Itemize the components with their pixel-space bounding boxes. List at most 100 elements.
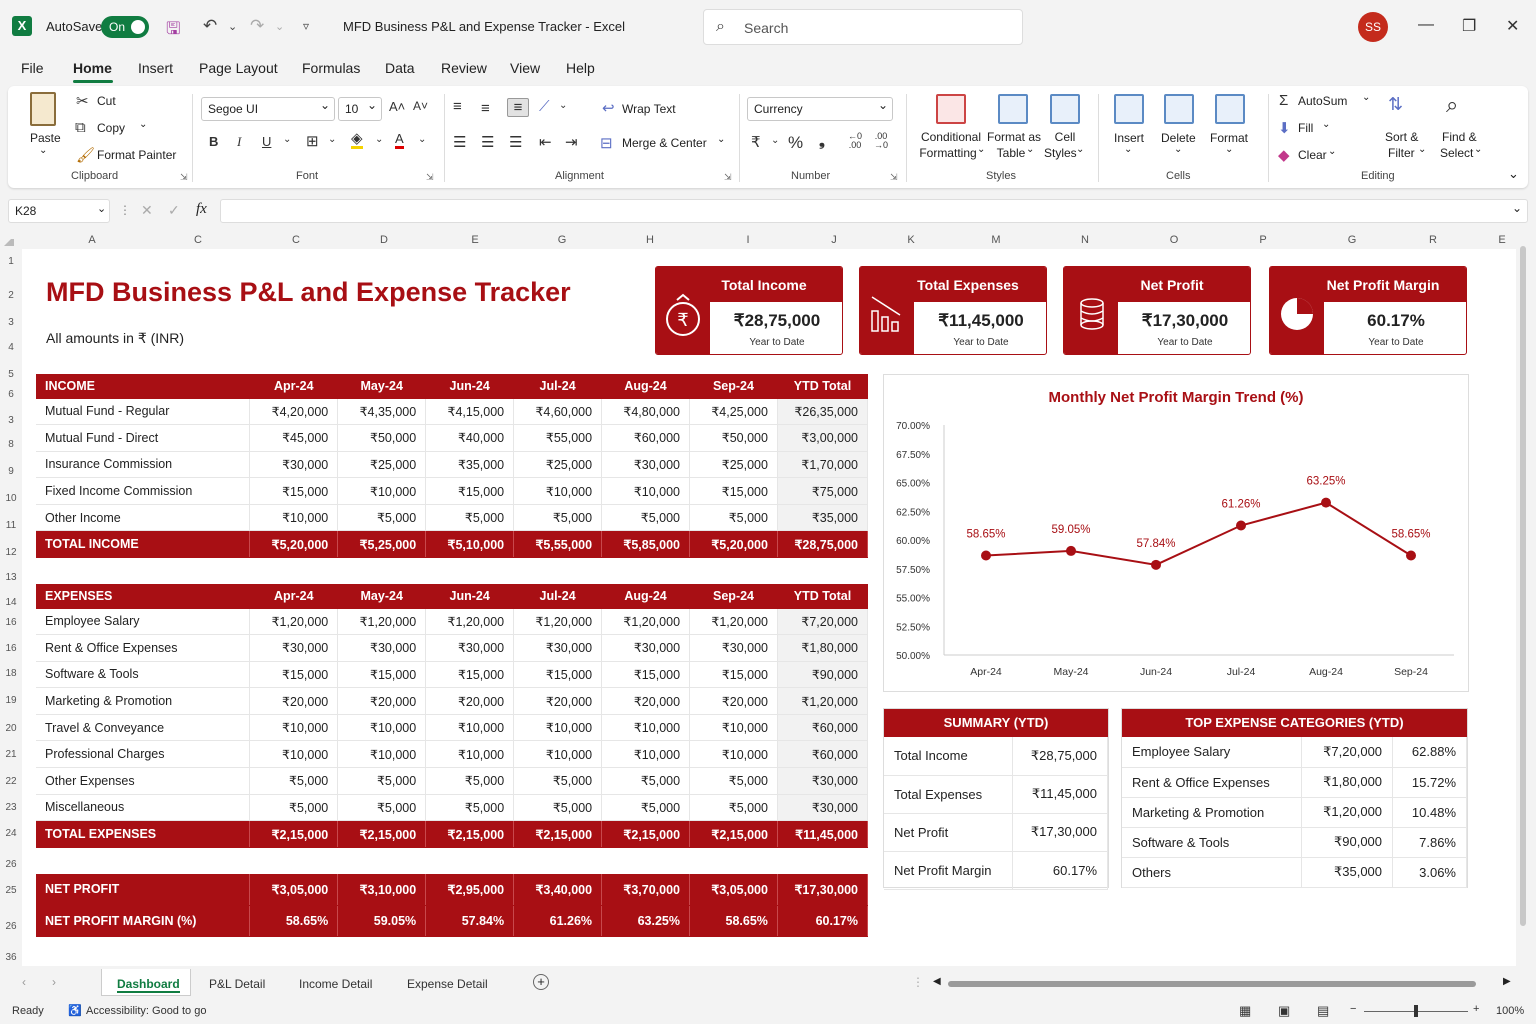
copy-button[interactable]: Copy: [97, 121, 125, 135]
autosum-button[interactable]: AutoSum: [1298, 94, 1347, 108]
table-cell[interactable]: 57.84%: [425, 905, 515, 937]
clipboard-launcher-icon[interactable]: ⇲: [180, 172, 188, 183]
table-cell[interactable]: ₹5,85,000: [601, 530, 690, 559]
table-cell[interactable]: ₹3,10,000: [337, 874, 427, 906]
table-cell[interactable]: ₹4,80,000: [601, 398, 690, 426]
row-header[interactable]: 25: [0, 885, 22, 896]
font-launcher-icon[interactable]: ⇲: [426, 172, 434, 183]
table-cell[interactable]: Professional Charges: [36, 740, 251, 769]
row-header[interactable]: 24: [0, 828, 22, 839]
top-expense-cell[interactable]: Software & Tools: [1122, 827, 1303, 858]
summary-cell[interactable]: ₹28,75,000: [1012, 737, 1108, 776]
table-cell[interactable]: ₹15,000: [337, 661, 427, 689]
more-options-icon[interactable]: ⋮: [119, 203, 131, 217]
table-cell[interactable]: ₹10,000: [249, 504, 339, 532]
table-cell[interactable]: ₹10,000: [425, 740, 515, 769]
next-sheet-icon[interactable]: ›: [52, 975, 56, 989]
table-cell[interactable]: May-24: [337, 374, 427, 399]
align-center-icon[interactable]: ☰: [481, 133, 494, 151]
summary-cell[interactable]: Net Profit Margin: [884, 851, 1014, 890]
table-cell[interactable]: ₹1,20,000: [601, 608, 691, 636]
table-cell[interactable]: ₹25,000: [337, 451, 427, 479]
table-cell[interactable]: TOTAL EXPENSES: [36, 820, 251, 848]
row-header[interactable]: 4: [0, 342, 22, 353]
table-cell[interactable]: ₹2,15,000: [601, 820, 691, 848]
zoom-in-icon[interactable]: +: [1473, 1003, 1479, 1015]
column-header[interactable]: J: [828, 234, 840, 246]
fill-color-dropdown-icon[interactable]: ⌄: [375, 134, 383, 145]
sort-filter-label-2[interactable]: Filter: [1388, 146, 1415, 160]
sheet-tab-pl-detail[interactable]: P&L Detail: [209, 977, 265, 991]
row-header[interactable]: 20: [0, 723, 22, 734]
table-cell[interactable]: Mutual Fund - Regular: [36, 398, 251, 426]
alignment-launcher-icon[interactable]: ⇲: [724, 172, 732, 183]
delete-cells-icon[interactable]: [1164, 94, 1194, 124]
table-cell[interactable]: ₹15,000: [689, 661, 778, 689]
customize-toolbar-icon[interactable]: ▿: [303, 19, 309, 33]
row-header[interactable]: 16: [0, 617, 22, 628]
table-cell[interactable]: ₹40,000: [425, 424, 515, 452]
font-size-select[interactable]: 10: [338, 97, 382, 121]
row-header[interactable]: 18: [0, 668, 22, 679]
avatar[interactable]: SS: [1358, 12, 1388, 42]
top-expense-cell[interactable]: 62.88%: [1392, 737, 1467, 768]
menu-formulas[interactable]: Formulas: [302, 60, 360, 76]
table-cell[interactable]: ₹15,000: [689, 477, 778, 505]
table-cell[interactable]: ₹5,000: [513, 767, 603, 795]
column-header[interactable]: G: [556, 234, 568, 246]
column-header[interactable]: C: [290, 234, 302, 246]
summary-cell[interactable]: 60.17%: [1012, 851, 1108, 890]
table-cell[interactable]: ₹4,15,000: [425, 398, 515, 426]
table-cell[interactable]: ₹30,000: [601, 451, 690, 479]
formula-input[interactable]: [220, 199, 1528, 223]
top-expense-cell[interactable]: ₹7,20,000: [1301, 737, 1394, 768]
menu-review[interactable]: Review: [441, 60, 487, 76]
column-header[interactable]: I: [742, 234, 754, 246]
sheet-tab-expense-detail[interactable]: Expense Detail: [407, 977, 488, 991]
delete-dropdown-icon[interactable]: ⌄: [1174, 144, 1182, 155]
table-cell[interactable]: May-24: [337, 584, 427, 609]
format-painter-button[interactable]: Format Painter: [97, 148, 176, 162]
table-cell[interactable]: ₹5,000: [249, 794, 339, 822]
column-header[interactable]: P: [1257, 234, 1269, 246]
align-left-icon[interactable]: ☰: [453, 133, 466, 151]
column-header[interactable]: D: [378, 234, 390, 246]
fx-icon[interactable]: fx: [196, 201, 207, 218]
table-cell[interactable]: Apr-24: [249, 374, 339, 399]
conditional-formatting-label-2[interactable]: Formatting: [915, 146, 981, 160]
table-cell[interactable]: Jun-24: [425, 584, 515, 609]
eraser-icon[interactable]: ◆: [1278, 146, 1290, 164]
format-cells-button[interactable]: Format: [1210, 131, 1248, 145]
table-cell[interactable]: ₹5,000: [425, 504, 515, 532]
table-cell[interactable]: ₹10,000: [513, 714, 603, 742]
sort-filter-icon[interactable]: ⇅: [1388, 94, 1403, 115]
table-cell[interactable]: ₹30,000: [689, 634, 778, 662]
table-cell[interactable]: ₹1,20,000: [425, 608, 515, 636]
column-header[interactable]: G: [1346, 234, 1358, 246]
table-cell[interactable]: Apr-24: [249, 584, 339, 609]
column-header[interactable]: A: [86, 234, 98, 246]
column-header[interactable]: K: [905, 234, 917, 246]
table-cell[interactable]: Aug-24: [601, 374, 690, 399]
table-cell[interactable]: ₹5,000: [513, 504, 603, 532]
table-cell[interactable]: ₹5,20,000: [689, 530, 778, 559]
decrease-font-icon[interactable]: A˅: [413, 99, 428, 113]
table-cell[interactable]: ₹1,20,000: [777, 687, 868, 715]
comma-style-icon[interactable]: ❟: [819, 133, 825, 150]
enter-icon[interactable]: ✓: [168, 202, 180, 219]
row-header[interactable]: 26: [0, 921, 22, 932]
orientation-dropdown-icon[interactable]: ⌄: [559, 100, 567, 111]
table-cell[interactable]: ₹25,000: [689, 451, 778, 479]
select-all-corner[interactable]: [4, 236, 14, 246]
column-header[interactable]: M: [990, 234, 1002, 246]
table-cell[interactable]: ₹1,20,000: [689, 608, 778, 636]
table-cell[interactable]: ₹5,20,000: [249, 530, 339, 559]
table-cell[interactable]: Employee Salary: [36, 608, 251, 636]
column-header[interactable]: E: [469, 234, 481, 246]
summary-cell[interactable]: ₹11,45,000: [1012, 775, 1108, 814]
page-layout-view-icon[interactable]: ▣: [1278, 1003, 1290, 1019]
format-cells-icon[interactable]: [1215, 94, 1245, 124]
sheet-tab-income-detail[interactable]: Income Detail: [299, 977, 372, 991]
number-format-select[interactable]: Currency: [747, 97, 893, 121]
merge-center-button[interactable]: Merge & Center: [622, 136, 707, 150]
